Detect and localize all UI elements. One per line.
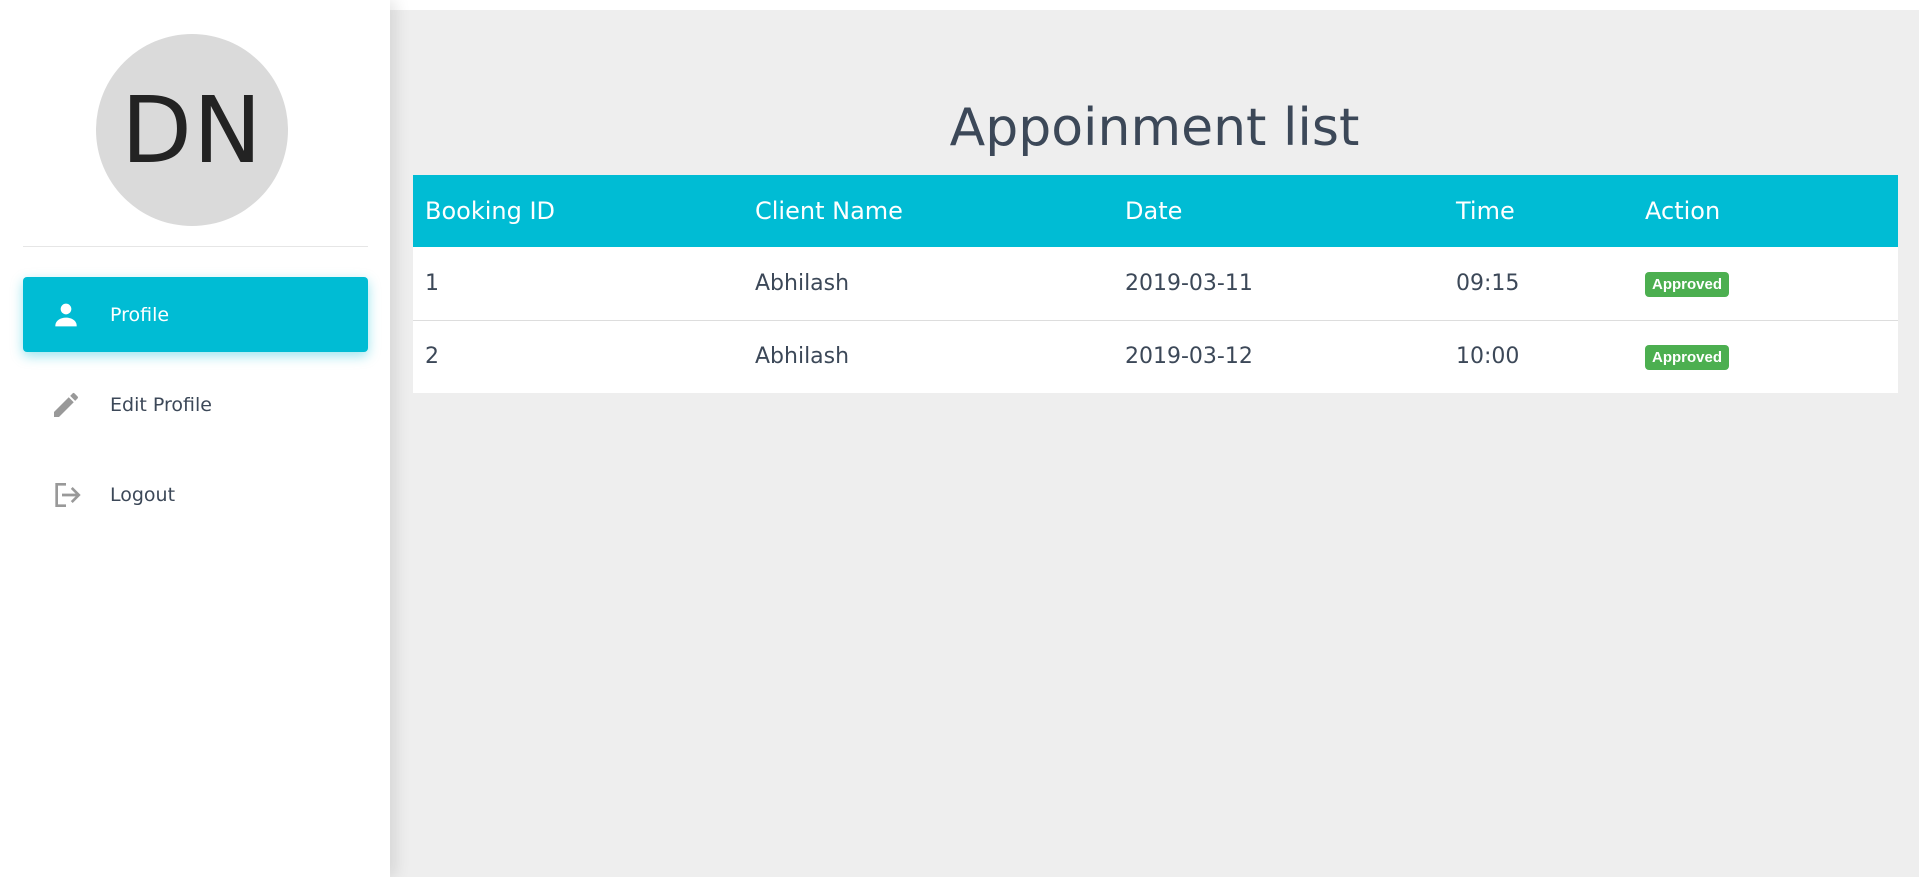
logout-icon — [50, 479, 82, 511]
sidebar: DN Profile Edit Profile Logout — [0, 0, 390, 877]
cell-action: Approved — [1633, 247, 1898, 321]
sidebar-item-profile[interactable]: Profile — [23, 277, 368, 352]
cell-booking-id: 1 — [413, 247, 743, 321]
header-time: Time — [1444, 175, 1633, 247]
cell-client-name: Abhilash — [743, 247, 1113, 321]
sidebar-item-label: Profile — [110, 303, 170, 326]
table-row: 2 Abhilash 2019-03-12 10:00 Approved — [413, 320, 1898, 393]
person-icon — [50, 299, 82, 331]
cell-time: 10:00 — [1456, 344, 1520, 370]
main-content: Appoinment list Booking ID Client Name D… — [390, 10, 1919, 877]
cell-time: 09:15 — [1444, 247, 1633, 321]
cell-date: 2019-03-11 — [1113, 247, 1444, 321]
avatar[interactable]: DN — [96, 34, 288, 226]
sidebar-item-label: Edit Profile — [110, 393, 212, 416]
cell-date: 2019-03-12 — [1125, 344, 1253, 370]
pencil-icon — [50, 389, 82, 421]
cell-client-name: Abhilash — [755, 344, 850, 370]
sidebar-item-edit-profile[interactable]: Edit Profile — [23, 367, 368, 442]
table-row: 1 Abhilash 2019-03-11 09:15 Approved — [413, 247, 1898, 321]
cell-booking-id: 2 — [425, 344, 439, 370]
table-header-row: Booking ID Client Name Date Time Action — [413, 175, 1898, 247]
sidebar-item-logout[interactable]: Logout — [23, 457, 368, 532]
header-date: Date — [1113, 175, 1444, 247]
cell-action: Approved — [1633, 320, 1898, 393]
sidebar-item-label: Logout — [110, 483, 176, 506]
app-root: DN Profile Edit Profile Logout Appoinmen… — [0, 0, 1919, 877]
header-client-name: Client Name — [743, 175, 1113, 247]
sidebar-divider — [23, 246, 368, 247]
status-badge[interactable]: Approved — [1645, 271, 1730, 297]
header-action: Action — [1633, 175, 1898, 247]
header-booking-id: Booking ID — [413, 175, 743, 247]
appointments-table: Booking ID Client Name Date Time Action … — [413, 175, 1898, 393]
page-title: Appoinment list — [949, 98, 1360, 158]
status-badge[interactable]: Approved — [1645, 345, 1730, 371]
